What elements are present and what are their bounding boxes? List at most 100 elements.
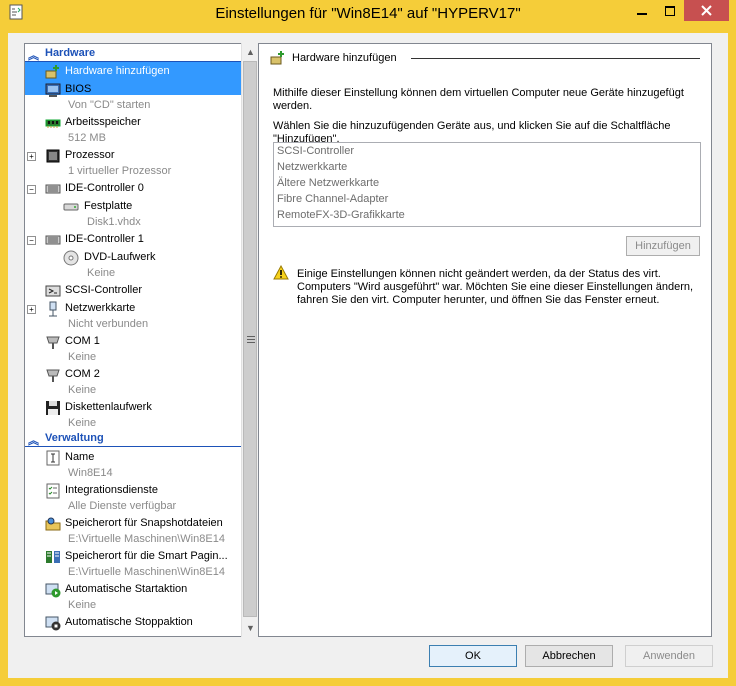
panel-title: Hardware hinzufügen xyxy=(270,50,700,66)
tree-item-floppy-drive[interactable]: Diskettenlaufwerk Keine xyxy=(25,398,241,431)
tree-item-bios[interactable]: BIOS Von "CD" starten xyxy=(25,80,241,113)
settings-tree: ︽ Hardware Hardware hinzufügen BIOS Von … xyxy=(24,43,258,637)
tree-item-label: Integrationsdienste xyxy=(65,484,158,496)
section-title: Hardware xyxy=(45,47,96,59)
network-adapter-icon xyxy=(49,301,57,317)
tree-item-detail: Alle Dienste verfügbar xyxy=(68,500,177,512)
com-port-icon xyxy=(46,369,60,382)
maximize-button[interactable] xyxy=(656,0,683,21)
panel-title-text: Hardware hinzufügen xyxy=(292,52,397,64)
tree-item-label: Hardware hinzufügen xyxy=(65,65,170,77)
close-icon xyxy=(701,5,712,16)
tree-item-scsi-controller[interactable]: SCSI-Controller xyxy=(25,281,241,299)
tree-item-memory[interactable]: Arbeitsspeicher 512 MB xyxy=(25,113,241,146)
tree-item-label: Automatische Startaktion xyxy=(65,583,188,595)
tree-item-com-1[interactable]: COM 1 Keine xyxy=(25,332,241,365)
tree-item-processor[interactable]: + Prozessor 1 virtueller Prozessor xyxy=(25,146,241,179)
tree-item-name[interactable]: Name Win8E14 xyxy=(25,448,241,481)
tree-item-detail: 512 MB xyxy=(68,132,106,144)
device-option[interactable]: Fibre Channel-Adapter xyxy=(277,191,388,207)
device-option[interactable]: SCSI-Controller xyxy=(277,143,354,159)
ide-controller-icon xyxy=(45,235,61,245)
hard-disk-icon xyxy=(63,203,79,211)
device-option[interactable]: Netzwerkkarte xyxy=(277,159,347,175)
add-hardware-icon xyxy=(45,65,59,79)
tree-item-label: Name xyxy=(65,451,95,463)
tree-item-detail: Keine xyxy=(87,267,116,279)
tree-item-detail: E:\Virtuelle Maschinen\Win8E14 xyxy=(68,566,225,578)
add-hardware-icon xyxy=(270,51,284,65)
tree-item-label: BIOS xyxy=(65,83,92,95)
snapshot-location-icon xyxy=(45,517,61,531)
cancel-button[interactable]: Abbrechen xyxy=(525,645,613,667)
section-header-management[interactable]: ︽ Verwaltung xyxy=(25,431,241,447)
title-bar[interactable]: Einstellungen für "Win8E14" auf "HYPERV1… xyxy=(0,0,736,33)
tree-item-automatic-start-action[interactable]: Automatische Startaktion Keine xyxy=(25,580,241,613)
tree-item-ide-controller-0[interactable]: − IDE-Controller 0 xyxy=(25,179,241,197)
tree-item-label: Automatische Stoppaktion xyxy=(65,616,193,628)
minimize-icon xyxy=(636,12,647,15)
device-option[interactable]: Ältere Netzwerkkarte xyxy=(277,175,379,191)
window-title: Einstellungen für "Win8E14" auf "HYPERV1… xyxy=(215,5,521,22)
divider xyxy=(25,446,241,447)
close-button[interactable] xyxy=(684,0,729,21)
minimize-button[interactable] xyxy=(628,0,655,21)
collapse-toggle[interactable]: − xyxy=(27,185,36,194)
auto-start-icon xyxy=(45,583,61,598)
tree-item-snapshot-location[interactable]: Speicherort für Snapshotdateien E:\Virtu… xyxy=(25,514,241,547)
tree-item-integration-services[interactable]: Integrationsdienste Alle Dienste verfügb… xyxy=(25,481,241,514)
tree-item-dvd-drive[interactable]: DVD-Laufwerk Keine xyxy=(25,248,241,281)
scroll-up-arrow-icon[interactable]: ▲ xyxy=(242,44,259,60)
name-icon xyxy=(46,450,60,466)
com-port-icon xyxy=(46,336,60,349)
ok-button[interactable]: OK xyxy=(429,645,517,667)
add-device-button[interactable]: Hinzufügen xyxy=(626,236,700,256)
section-title: Verwaltung xyxy=(45,432,104,444)
tree-item-detail: 1 virtueller Prozessor xyxy=(68,165,172,177)
device-option[interactable]: RemoteFX-3D-Grafikkarte xyxy=(277,207,405,223)
tree-item-detail: Keine xyxy=(68,351,97,363)
tree-item-hard-disk[interactable]: Festplatte Disk1.vhdx xyxy=(25,197,241,230)
tree-item-label: COM 2 xyxy=(65,368,100,380)
smart-paging-icon xyxy=(46,551,60,563)
ide-controller-icon xyxy=(45,184,61,194)
integration-services-icon xyxy=(46,483,60,499)
tree-item-network-adapter[interactable]: + Netzwerkkarte Nicht verbunden xyxy=(25,299,241,332)
tree-item-ide-controller-1[interactable]: − IDE-Controller 1 xyxy=(25,230,241,248)
tree-item-label: IDE-Controller 0 xyxy=(65,182,144,194)
divider xyxy=(411,58,700,59)
scrollbar-thumb[interactable] xyxy=(243,61,257,617)
tree-item-label: DVD-Laufwerk xyxy=(84,251,156,263)
tree-scrollbar[interactable]: ▲ ▼ xyxy=(241,43,258,637)
expand-toggle[interactable]: + xyxy=(27,152,36,161)
bios-icon xyxy=(45,83,61,97)
tree-item-label: IDE-Controller 1 xyxy=(65,233,144,245)
panel-description: Mithilfe dieser Einstellung können dem v… xyxy=(273,87,684,112)
tree-item-detail: Keine xyxy=(68,417,97,429)
warning-message: Einige Einstellungen können nicht geände… xyxy=(297,268,694,306)
tree-item-label: Diskettenlaufwerk xyxy=(65,401,152,413)
tree-item-label: COM 1 xyxy=(65,335,100,347)
tree-item-smart-paging-location[interactable]: Speicherort für die Smart Pagin... E:\Vi… xyxy=(25,547,241,580)
scroll-down-arrow-icon[interactable]: ▼ xyxy=(242,620,259,636)
tree-item-label: SCSI-Controller xyxy=(65,284,143,296)
collapse-toggle[interactable]: − xyxy=(27,236,36,245)
tree-item-label: Prozessor xyxy=(65,149,115,161)
tree-item-detail: Keine xyxy=(68,384,97,396)
expand-toggle[interactable]: + xyxy=(27,305,36,314)
maximize-icon xyxy=(664,5,675,16)
settings-window: Einstellungen für "Win8E14" auf "HYPERV1… xyxy=(0,0,736,686)
device-list[interactable]: SCSI-Controller Netzwerkkarte Ältere Net… xyxy=(273,142,701,227)
auto-stop-icon xyxy=(45,616,61,631)
apply-button[interactable]: Anwenden xyxy=(625,645,713,667)
section-header-hardware[interactable]: ︽ Hardware xyxy=(25,46,241,62)
tree-item-label: Speicherort für die Smart Pagin... xyxy=(65,550,228,562)
dvd-drive-icon xyxy=(63,250,79,266)
tree-item-detail: Nicht verbunden xyxy=(68,318,149,330)
tree-item-detail: Keine xyxy=(68,599,97,611)
tree-item-com-2[interactable]: COM 2 Keine xyxy=(25,365,241,398)
tree-item-automatic-stop-action[interactable]: Automatische Stoppaktion xyxy=(25,613,241,636)
tree-item-detail: Disk1.vhdx xyxy=(87,216,141,228)
tree-item-label: Arbeitsspeicher xyxy=(65,116,141,128)
floppy-drive-icon xyxy=(46,401,60,415)
